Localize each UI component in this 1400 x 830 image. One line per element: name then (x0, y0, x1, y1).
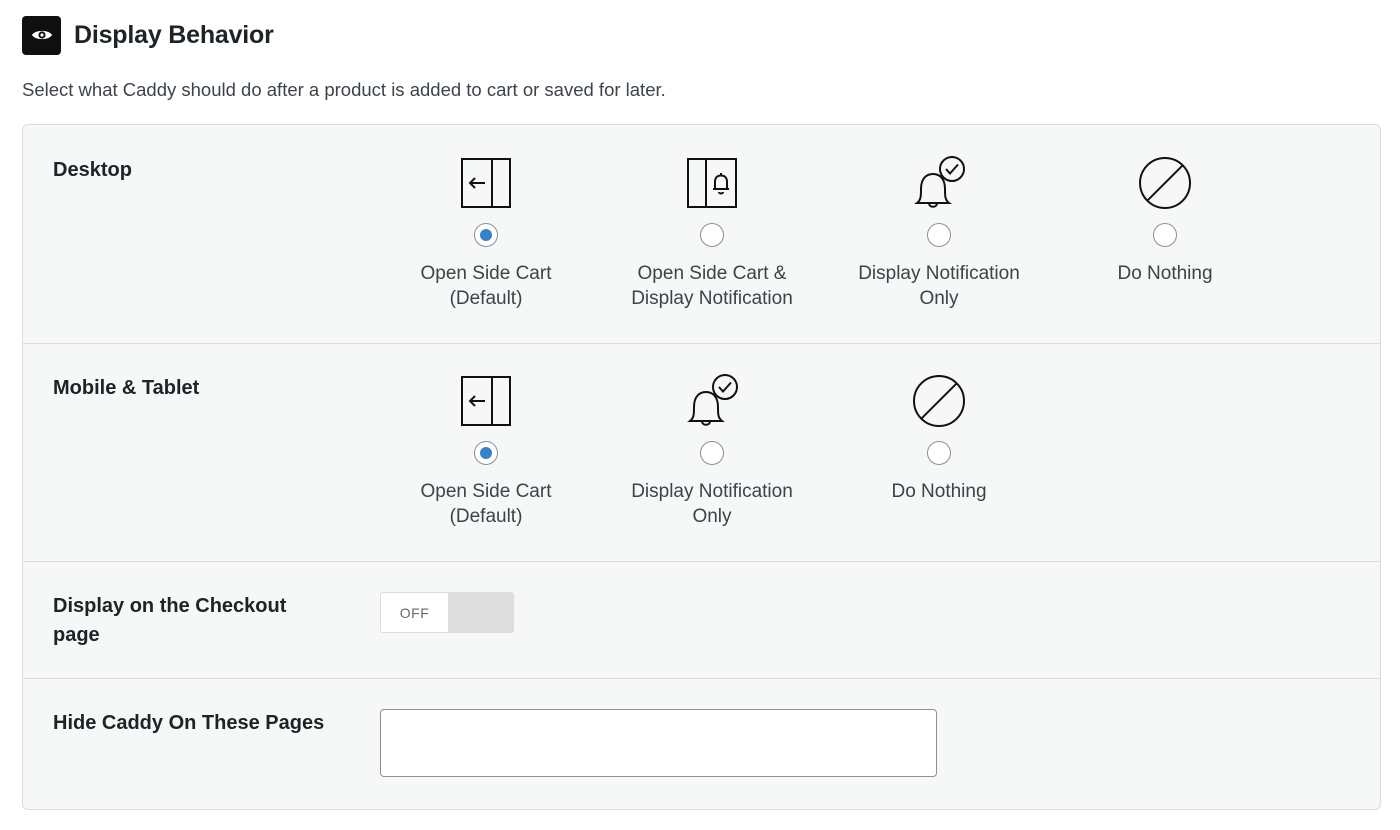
mobile-radio-do-nothing[interactable] (927, 441, 951, 465)
settings-panel: Desktop Open Side Cart (Default) Open Si… (22, 124, 1381, 810)
option-label: Open Side Cart (Default) (420, 481, 552, 527)
mobile-option-open-side-cart[interactable]: Open Side Cart (Default) (386, 373, 586, 529)
hide-pages-label: Hide Caddy On These Pages (53, 712, 325, 734)
desktop-radio-open-side-cart[interactable] (474, 223, 498, 247)
desktop-option-open-side-cart[interactable]: Open Side Cart (Default) (386, 155, 586, 311)
bell-check-icon (684, 373, 740, 429)
section-description: Select what Caddy should do after a prod… (22, 79, 666, 100)
desktop-radio-do-nothing[interactable] (1153, 223, 1177, 247)
desktop-row: Desktop Open Side Cart (Default) Open Si… (23, 125, 1380, 344)
desktop-label: Desktop (53, 159, 132, 181)
section-header: Display Behavior (22, 15, 274, 55)
desktop-option-side-cart-notification[interactable]: Open Side Cart & Display Notification (612, 155, 812, 311)
bell-check-icon (911, 155, 967, 211)
side-cart-icon (458, 155, 514, 211)
mobile-row: Mobile & Tablet Open Side Cart (Default) (23, 344, 1380, 562)
mobile-radio-open-side-cart[interactable] (474, 441, 498, 465)
toggle-track (448, 593, 513, 632)
checkout-label: Display on the Checkout page (53, 595, 287, 646)
desktop-radio-notification-only[interactable] (927, 223, 951, 247)
side-cart-notification-icon (684, 155, 740, 211)
option-label: Open Side Cart (Default) (420, 263, 552, 309)
option-label: Open Side Cart & Display Notification (631, 263, 793, 309)
option-label: Display Notification Only (858, 263, 1020, 309)
option-label: Do Nothing (891, 481, 987, 502)
mobile-option-notification-only[interactable]: Display Notification Only (612, 373, 812, 529)
prohibited-icon (911, 373, 967, 429)
hide-pages-row: Hide Caddy On These Pages (23, 679, 1380, 809)
side-cart-icon (458, 373, 514, 429)
mobile-radio-notification-only[interactable] (700, 441, 724, 465)
checkout-row: Display on the Checkout page OFF (23, 562, 1380, 679)
desktop-option-notification-only[interactable]: Display Notification Only (839, 155, 1039, 311)
eye-icon (22, 15, 61, 55)
section-title: Display Behavior (74, 20, 274, 49)
mobile-option-do-nothing[interactable]: Do Nothing (839, 373, 1039, 504)
desktop-option-do-nothing[interactable]: Do Nothing (1065, 155, 1265, 286)
hide-pages-input[interactable] (380, 709, 937, 777)
checkout-toggle[interactable]: OFF (380, 592, 514, 633)
toggle-state-label: OFF (381, 593, 448, 632)
desktop-radio-side-cart-notification[interactable] (700, 223, 724, 247)
option-label: Display Notification Only (631, 481, 793, 527)
mobile-label: Mobile & Tablet (53, 377, 200, 399)
prohibited-icon (1137, 155, 1193, 211)
option-label: Do Nothing (1117, 263, 1213, 284)
